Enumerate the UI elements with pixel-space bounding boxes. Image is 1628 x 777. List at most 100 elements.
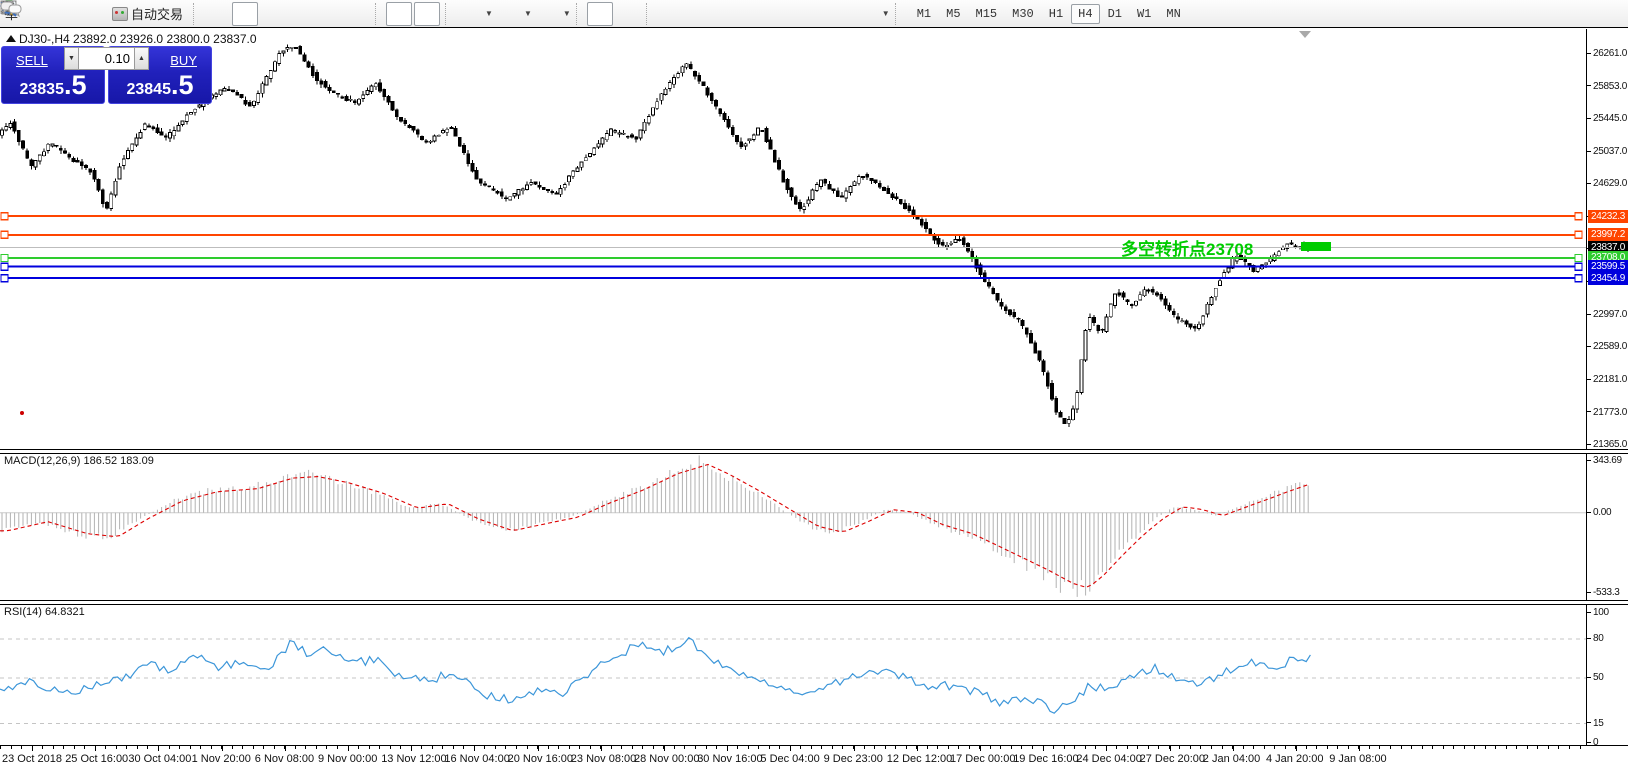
price-tick: 22997.0 (1587, 309, 1627, 321)
date-minor-tick (1558, 746, 1559, 749)
timeframe-h4[interactable]: H4 (1071, 4, 1099, 24)
date-minor-tick (1137, 746, 1138, 749)
timeframe-w1[interactable]: W1 (1130, 4, 1158, 24)
arrows-icon[interactable] (853, 2, 879, 26)
timeframe-h1[interactable]: H1 (1042, 4, 1070, 24)
date-major-tick (601, 746, 602, 751)
timeframe-m15[interactable]: M15 (969, 4, 1005, 24)
annotation-text: 多空转折点23708 (1121, 235, 1253, 260)
sell-price: 23835.5 (2, 75, 104, 99)
horizontal-line-icon[interactable] (685, 2, 711, 26)
timeframe-m5[interactable]: M5 (939, 4, 967, 24)
date-minor-tick (906, 746, 907, 749)
date-major-tick (1296, 746, 1297, 751)
trendline-icon[interactable] (713, 2, 739, 26)
text-label-icon[interactable]: T (825, 2, 851, 26)
date-minor-tick (1316, 746, 1317, 749)
date-minor-tick (1158, 746, 1159, 749)
date-minor-tick (147, 746, 148, 749)
fibonacci-icon[interactable]: F (769, 2, 795, 26)
date-label: 23 Oct 2018 (2, 753, 62, 765)
date-minor-tick (295, 746, 296, 749)
date-minor-tick (811, 746, 812, 749)
dropdown-caret[interactable]: ▼ (882, 9, 890, 18)
zoom-in-icon[interactable] (288, 2, 314, 26)
gold-diamond-icon[interactable] (23, 2, 49, 26)
line-chart-icon[interactable] (260, 2, 286, 26)
chart-shift-icon[interactable] (414, 2, 440, 26)
date-minor-tick (1243, 746, 1244, 749)
volume-input[interactable]: 0.10 (79, 47, 134, 70)
timeframe-m1[interactable]: M1 (910, 4, 938, 24)
date-minor-tick (263, 746, 264, 749)
date-minor-tick (716, 746, 717, 749)
dropdown-caret[interactable]: ▼ (485, 9, 493, 18)
vertical-line-icon[interactable] (657, 2, 683, 26)
cursor-icon[interactable] (587, 2, 613, 26)
bar-chart-icon[interactable] (204, 2, 230, 26)
date-major-tick (411, 746, 412, 751)
date-minor-tick (200, 746, 201, 749)
chart-shift-marker[interactable] (1299, 31, 1311, 38)
buy-price: 23845.5 (109, 75, 211, 99)
date-minor-tick (1580, 746, 1581, 749)
dropdown-caret[interactable]: ▼ (563, 9, 571, 18)
crosshair-icon[interactable] (615, 2, 641, 26)
date-minor-tick (1095, 746, 1096, 749)
date-minor-tick (1000, 746, 1001, 749)
toolbar-separator (895, 3, 901, 25)
date-minor-tick (800, 746, 801, 749)
news-icon[interactable] (51, 2, 77, 26)
pane-splitter[interactable] (0, 449, 1628, 454)
macd-chart[interactable] (0, 453, 1586, 600)
price-chart-pane[interactable]: DJ30-,H4 23892.0 23926.0 23800.0 23837.0 (0, 29, 1586, 449)
rsi-chart[interactable] (0, 604, 1586, 745)
date-major-tick (664, 746, 665, 751)
price-tick: 15 (1587, 718, 1604, 730)
date-minor-tick (695, 746, 696, 749)
date-minor-tick (1253, 746, 1254, 749)
date-label: 6 Nov 08:00 (255, 753, 314, 765)
auto-trading-button[interactable]: 自动交易 (107, 2, 188, 25)
zoom-out-icon[interactable] (316, 2, 342, 26)
periods-clock-icon[interactable] (495, 2, 521, 26)
candle-chart-icon[interactable] (232, 2, 258, 26)
date-minor-tick (1432, 746, 1433, 749)
date-minor-tick (874, 746, 875, 749)
timeframe-d1[interactable]: D1 (1101, 4, 1129, 24)
signal-icon[interactable] (79, 2, 105, 26)
date-minor-tick (1053, 746, 1054, 749)
collapse-icon[interactable] (6, 35, 16, 42)
timeframe-m30[interactable]: M30 (1005, 4, 1041, 24)
volume-decrease-button[interactable]: ▼ (64, 47, 79, 70)
date-minor-tick (369, 746, 370, 749)
candlestick-chart[interactable] (0, 29, 1586, 449)
timeframe-mn[interactable]: MN (1159, 4, 1187, 24)
date-label: 9 Nov 00:00 (318, 753, 377, 765)
tile-windows-icon[interactable] (344, 2, 370, 26)
date-minor-tick (653, 746, 654, 749)
date-minor-tick (84, 746, 85, 749)
date-axis[interactable]: 23 Oct 201825 Oct 16:0030 Oct 04:001 Nov… (0, 745, 1628, 777)
toolbar-separator (646, 3, 652, 25)
macd-pane[interactable]: MACD(12,26,9) 186.52 183.09 (0, 453, 1586, 600)
date-minor-tick (337, 746, 338, 749)
pane-splitter[interactable] (0, 600, 1628, 605)
date-minor-tick (1443, 746, 1444, 749)
date-minor-tick (190, 746, 191, 749)
date-minor-tick (548, 746, 549, 749)
volume-increase-button[interactable]: ▲ (134, 47, 149, 70)
add-indicator-icon[interactable] (456, 2, 482, 26)
date-minor-tick (211, 746, 212, 749)
rsi-pane[interactable]: RSI(14) 64.8321 (0, 604, 1586, 745)
date-minor-tick (1011, 746, 1012, 749)
price-axis[interactable]: 26261.025853.025445.025037.024629.024221… (1586, 29, 1628, 776)
templates-icon[interactable] (534, 2, 560, 26)
auto-scroll-icon[interactable] (386, 2, 412, 26)
date-minor-tick (1485, 746, 1486, 749)
text-icon[interactable]: A (797, 2, 823, 26)
equidistant-channel-icon[interactable]: E (741, 2, 767, 26)
date-minor-tick (1495, 746, 1496, 749)
date-minor-tick (400, 746, 401, 749)
dropdown-caret[interactable]: ▼ (524, 9, 532, 18)
